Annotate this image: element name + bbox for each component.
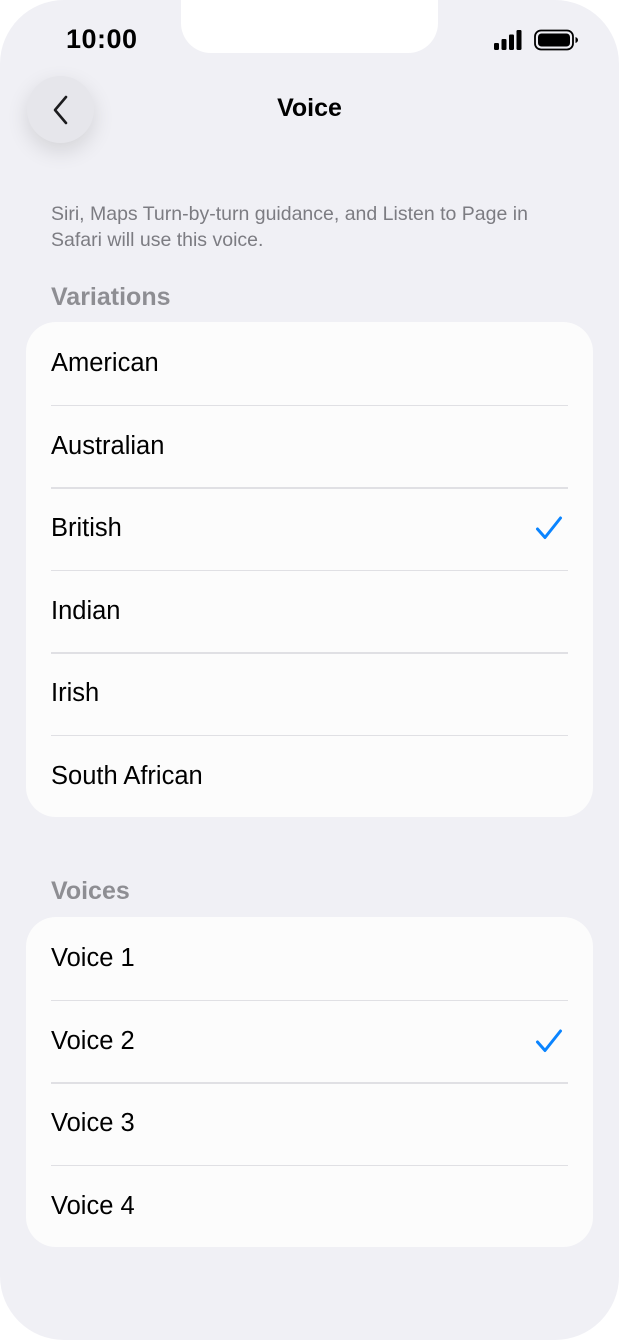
variation-option-australian[interactable]: Australian — [26, 404, 593, 488]
battery-icon — [534, 29, 578, 51]
voice-option-voice-3[interactable]: Voice 3 — [26, 1082, 593, 1165]
status-icons — [494, 29, 580, 53]
variation-option-south-african[interactable]: South African — [26, 734, 593, 818]
checkmark-icon — [536, 1029, 562, 1052]
page-title: Voice — [277, 94, 342, 122]
status-time: 10:00 — [66, 24, 138, 54]
variation-option-american[interactable]: American — [26, 322, 593, 405]
voice-option-label: Voice 1 — [51, 944, 135, 972]
voice-option-label: Voice 3 — [51, 1109, 135, 1137]
variations-header: Variations — [51, 283, 171, 311]
variation-option-label: Irish — [51, 679, 100, 707]
voice-option-label: Voice 4 — [51, 1191, 135, 1220]
voice-option-voice-4[interactable]: Voice 4 — [26, 1164, 593, 1248]
voices-list: Voice 1 Voice 2 Voice 3 Voice 4 — [26, 917, 593, 1247]
checkmark-icon — [536, 516, 562, 539]
description-text: Siri, Maps Turn-by-turn guidance, and Li… — [51, 203, 528, 251]
variation-option-indian[interactable]: Indian — [26, 569, 593, 653]
signal-icon — [494, 30, 522, 50]
phone-screen: 10:00 Voice Siri, Maps Turn-by-turn guid… — [0, 0, 619, 1340]
variation-option-label: Australian — [51, 431, 165, 460]
variation-option-label: South African — [51, 761, 203, 790]
voices-header: Voices — [51, 877, 130, 905]
variation-option-label: British — [51, 514, 122, 542]
variation-option-label: American — [51, 349, 159, 377]
variation-option-british[interactable]: British — [26, 487, 593, 570]
voice-option-label: Voice 2 — [51, 1026, 135, 1055]
voice-option-voice-2[interactable]: Voice 2 — [26, 999, 593, 1083]
variation-option-irish[interactable]: Irish — [26, 652, 593, 735]
variations-list: American Australian British Indian Irish Sout… — [26, 322, 593, 817]
notch — [181, 0, 438, 53]
voice-option-voice-1[interactable]: Voice 1 — [26, 917, 593, 1000]
variation-option-label: Indian — [51, 596, 121, 625]
